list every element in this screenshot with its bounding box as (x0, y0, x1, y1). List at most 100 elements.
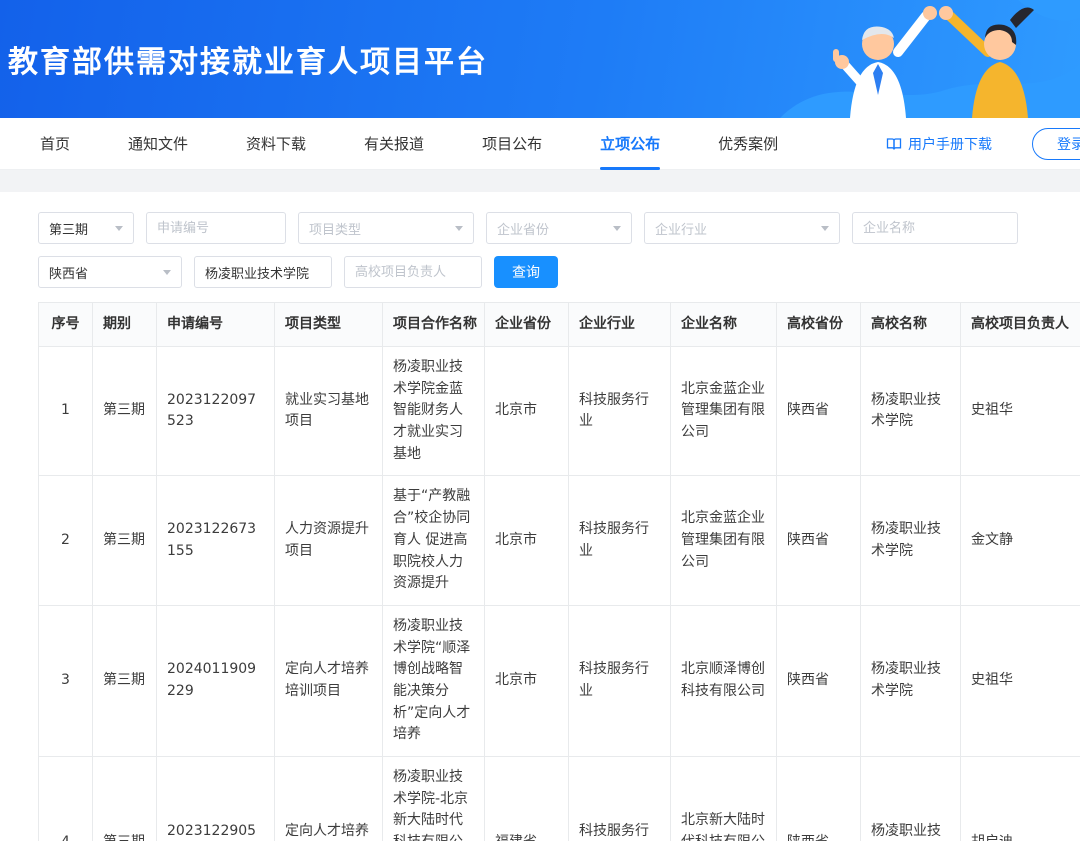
table-cell: 杨凌职业技术学院 (861, 605, 961, 756)
table-cell: 陕西省 (777, 476, 861, 605)
table-cell: 杨凌职业技术学院 (861, 476, 961, 605)
university-leader-input[interactable] (344, 256, 482, 288)
table-row: 4 第三期 2023122905190 定向人才培养培训项目 杨凌职业技术学院-… (39, 757, 1080, 841)
page: 教育部供需对接就业育人项目平台 首页 通知文件 资料下载 有关 (0, 0, 1080, 841)
table-cell: 杨凌职业技术学院 (861, 347, 961, 476)
table-cell: 定向人才培养培训项目 (275, 605, 383, 756)
table-cell: 3 (39, 605, 93, 756)
table-cell: 陕西省 (777, 757, 861, 841)
main-nav: 首页 通知文件 资料下载 有关报道 项目公布 立项公布 优秀案例 用户手册下载 … (0, 118, 1080, 170)
table-cell: 史祖华 (961, 605, 1080, 756)
table-cell: 杨凌职业技术学院-北京新大陆时代科技有限公司物联网及人工智能方向人才培养 (383, 757, 485, 841)
table-cell: 北京新大陆时代科技有限公司 (671, 757, 777, 841)
table-row: 2 第三期 2023122673155 人力资源提升项目 基于“产教融合”校企协… (39, 476, 1080, 605)
table-cell: 胡启迪 (961, 757, 1080, 841)
col-header-project-name: 项目合作名称 (383, 303, 485, 347)
period-select[interactable]: 第三期 (38, 212, 134, 244)
col-header-application-no: 申请编号 (157, 303, 275, 347)
table-cell: 就业实习基地项目 (275, 347, 383, 476)
table-cell: 2 (39, 476, 93, 605)
application-no-input[interactable] (146, 212, 286, 244)
table-row: 3 第三期 2024011909229 定向人才培养培训项目 杨凌职业技术学院“… (39, 605, 1080, 756)
table-cell: 福建省 (485, 757, 569, 841)
table-cell: 第三期 (93, 476, 157, 605)
content-area: 第三期 项目类型 企业省份 企业行业 陕西省 (0, 192, 1080, 841)
table-cell: 科技服务行业 (569, 605, 671, 756)
results-table: 序号 期别 申请编号 项目类型 项目合作名称 企业省份 企业行业 企业名称 高校… (38, 302, 1080, 841)
table-cell: 北京顺泽博创科技有限公司 (671, 605, 777, 756)
chevron-down-icon (163, 270, 171, 275)
nav-item-downloads[interactable]: 资料下载 (246, 118, 306, 170)
table-cell: 2023122097523 (157, 347, 275, 476)
chevron-down-icon (455, 226, 463, 231)
col-header-enterprise-industry: 企业行业 (569, 303, 671, 347)
enterprise-industry-placeholder: 企业行业 (655, 219, 707, 238)
col-header-university-name: 高校名称 (861, 303, 961, 347)
table-cell: 北京金蓝企业管理集团有限公司 (671, 347, 777, 476)
university-province-value: 陕西省 (49, 263, 88, 282)
table-cell: 北京市 (485, 605, 569, 756)
table-cell: 2023122673155 (157, 476, 275, 605)
enterprise-name-input[interactable] (852, 212, 1018, 244)
nav-item-approval-announcement[interactable]: 立项公布 (600, 118, 660, 170)
chevron-down-icon (613, 226, 621, 231)
table-cell: 4 (39, 757, 93, 841)
table-cell: 科技服务行业 (569, 757, 671, 841)
table-cell: 金文静 (961, 476, 1080, 605)
col-header-enterprise-name: 企业名称 (671, 303, 777, 347)
nav-item-notices[interactable]: 通知文件 (128, 118, 188, 170)
divider-band (0, 170, 1080, 192)
search-button[interactable]: 查询 (494, 256, 558, 288)
chevron-down-icon (821, 226, 829, 231)
table-cell: 陕西省 (777, 347, 861, 476)
table-cell: 科技服务行业 (569, 347, 671, 476)
enterprise-province-placeholder: 企业省份 (497, 219, 549, 238)
table-cell: 基于“产教融合”校企协同育人 促进高职院校人力资源提升 (383, 476, 485, 605)
login-button[interactable]: 登录 (1032, 128, 1080, 160)
col-header-index: 序号 (39, 303, 93, 347)
table-header-row: 序号 期别 申请编号 项目类型 项目合作名称 企业省份 企业行业 企业名称 高校… (39, 303, 1080, 347)
col-header-enterprise-province: 企业省份 (485, 303, 569, 347)
table-cell: 杨凌职业技术学院 (861, 757, 961, 841)
filter-row-1: 第三期 项目类型 企业省份 企业行业 (38, 212, 1080, 244)
filter-row-2: 陕西省 查询 (38, 256, 1080, 288)
nav-item-home[interactable]: 首页 (40, 118, 70, 170)
user-manual-download-link[interactable]: 用户手册下载 (886, 134, 992, 154)
col-header-university-province: 高校省份 (777, 303, 861, 347)
nav-right: 用户手册下载 登录 (886, 118, 1080, 170)
banner: 教育部供需对接就业育人项目平台 (0, 0, 1080, 118)
table-cell: 北京金蓝企业管理集团有限公司 (671, 476, 777, 605)
table-cell: 定向人才培养培训项目 (275, 757, 383, 841)
table-cell: 人力资源提升项目 (275, 476, 383, 605)
enterprise-province-select[interactable]: 企业省份 (486, 212, 632, 244)
col-header-project-type: 项目类型 (275, 303, 383, 347)
university-province-select[interactable]: 陕西省 (38, 256, 182, 288)
table-cell: 第三期 (93, 605, 157, 756)
nav-item-project-announcement[interactable]: 项目公布 (482, 118, 542, 170)
nav-item-reports[interactable]: 有关报道 (364, 118, 424, 170)
table-cell: 陕西省 (777, 605, 861, 756)
table-cell: 北京市 (485, 347, 569, 476)
table-cell: 杨凌职业技术学院金蓝智能财务人才就业实习基地 (383, 347, 485, 476)
highfive-illustration (750, 0, 1080, 118)
period-select-value: 第三期 (49, 219, 88, 238)
table-cell: 第三期 (93, 757, 157, 841)
table-cell: 第三期 (93, 347, 157, 476)
col-header-period: 期别 (93, 303, 157, 347)
chevron-down-icon (115, 226, 123, 231)
table-cell: 2024011909229 (157, 605, 275, 756)
table-cell: 史祖华 (961, 347, 1080, 476)
project-type-placeholder: 项目类型 (309, 219, 361, 238)
enterprise-industry-select[interactable]: 企业行业 (644, 212, 840, 244)
book-icon (886, 136, 902, 152)
university-name-input[interactable] (194, 256, 332, 288)
col-header-university-leader: 高校项目负责人 (961, 303, 1080, 347)
table-cell: 1 (39, 347, 93, 476)
platform-title: 教育部供需对接就业育人项目平台 (0, 37, 488, 81)
table-cell: 科技服务行业 (569, 476, 671, 605)
nav-item-excellent-cases[interactable]: 优秀案例 (718, 118, 778, 170)
project-type-select[interactable]: 项目类型 (298, 212, 474, 244)
table-row: 1 第三期 2023122097523 就业实习基地项目 杨凌职业技术学院金蓝智… (39, 347, 1080, 476)
table-cell: 北京市 (485, 476, 569, 605)
table-cell: 杨凌职业技术学院“顺泽博创战略智能决策分析”定向人才培养 (383, 605, 485, 756)
